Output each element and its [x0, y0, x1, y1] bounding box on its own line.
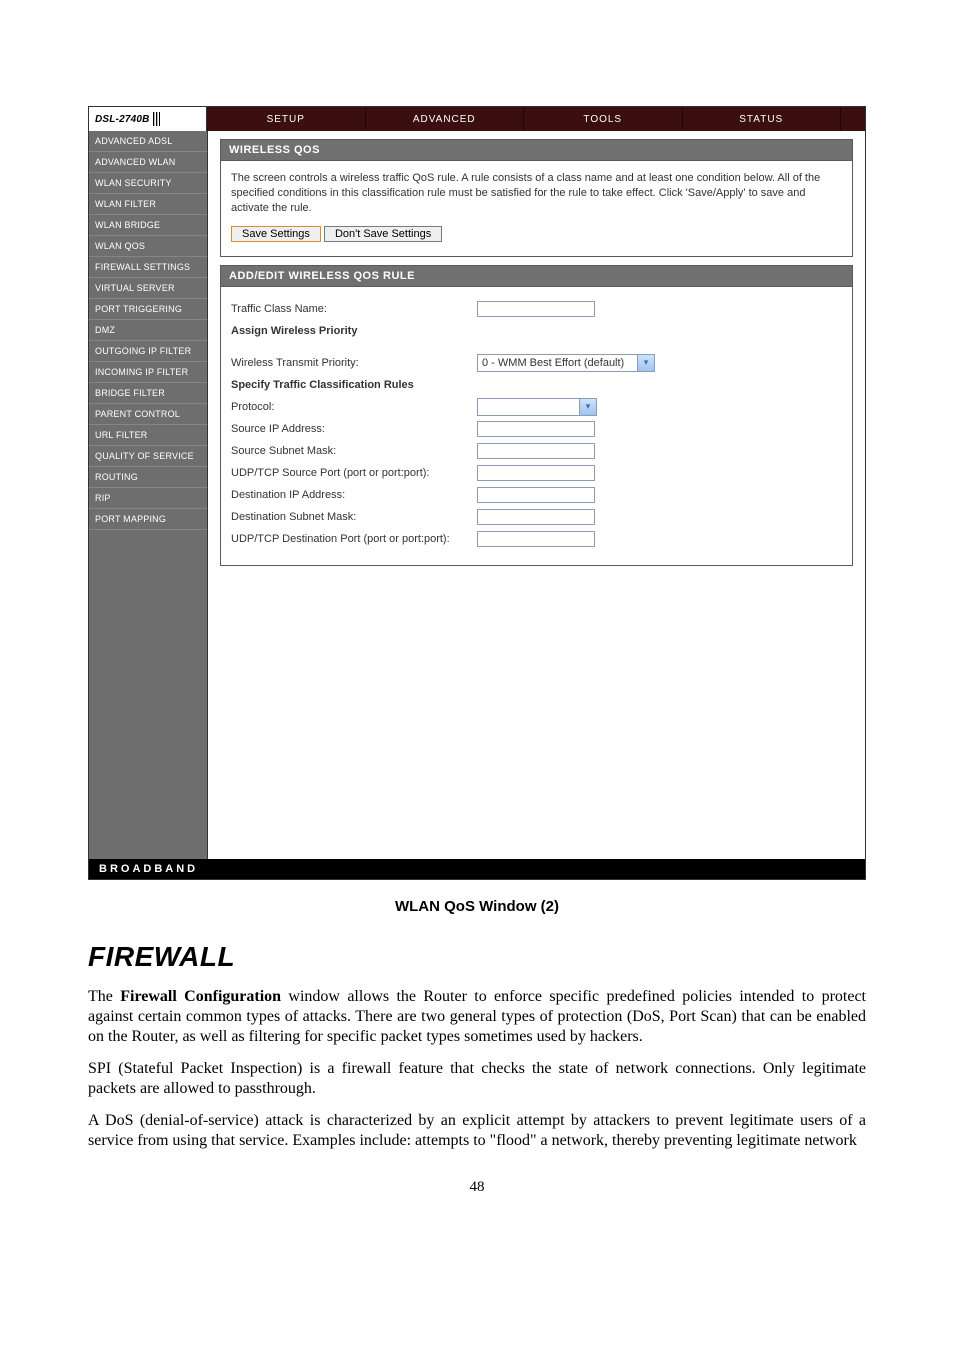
select-wireless-transmit-priority[interactable]: 0 - WMM Best Effort (default) ▾ [477, 354, 655, 372]
sidebar-item[interactable]: RIP [89, 488, 207, 509]
router-admin-screenshot: DSL-2740B SETUP ADVANCED TOOLS STATUS AD… [88, 106, 866, 880]
dont-save-settings-button[interactable]: Don't Save Settings [324, 226, 442, 242]
panel-title-add-edit-rule: ADD/EDIT WIRELESS QOS RULE [220, 265, 853, 287]
select-value: 0 - WMM Best Effort (default) [482, 357, 624, 369]
label-wireless-transmit-priority: Wireless Transmit Priority: [231, 357, 477, 369]
sidebar-item[interactable]: PARENT CONTROL [89, 404, 207, 425]
sidebar-item[interactable]: QUALITY OF SERVICE [89, 446, 207, 467]
input-source-subnet[interactable] [477, 443, 595, 459]
sidebar-item[interactable]: VIRTUAL SERVER [89, 278, 207, 299]
device-logo: DSL-2740B [89, 107, 207, 131]
chevron-down-icon: ▾ [637, 355, 654, 371]
top-nav: SETUP ADVANCED TOOLS STATUS [207, 107, 865, 131]
doc-paragraph: SPI (Stateful Packet Inspection) is a fi… [88, 1059, 866, 1099]
sidebar-item[interactable]: ROUTING [89, 467, 207, 488]
tab-tools[interactable]: TOOLS [524, 107, 683, 131]
heading-assign-wireless-priority: Assign Wireless Priority [231, 325, 477, 337]
chevron-down-icon: ▾ [579, 399, 596, 415]
sidebar-item[interactable]: BRIDGE FILTER [89, 383, 207, 404]
label-source-subnet: Source Subnet Mask: [231, 445, 477, 457]
sidebar-item[interactable]: WLAN SECURITY [89, 173, 207, 194]
select-protocol[interactable]: ▾ [477, 398, 597, 416]
tab-status[interactable]: STATUS [683, 107, 842, 131]
sidebar-item[interactable]: URL FILTER [89, 425, 207, 446]
input-source-ip[interactable] [477, 421, 595, 437]
figure-caption: WLAN QoS Window (2) [88, 898, 866, 915]
sidebar-item[interactable]: PORT TRIGGERING [89, 299, 207, 320]
sidebar-item[interactable]: DMZ [89, 320, 207, 341]
label-source-ip: Source IP Address: [231, 423, 477, 435]
sidebar-item[interactable]: PORT MAPPING [89, 509, 207, 530]
tab-setup[interactable]: SETUP [207, 107, 366, 131]
input-source-port[interactable] [477, 465, 595, 481]
tab-advanced[interactable]: ADVANCED [366, 107, 525, 131]
input-dest-port[interactable] [477, 531, 595, 547]
label-protocol: Protocol: [231, 401, 477, 413]
doc-paragraph: A DoS (denial-of-service) attack is char… [88, 1111, 866, 1151]
label-dest-ip: Destination IP Address: [231, 489, 477, 501]
label-source-port: UDP/TCP Source Port (port or port:port): [231, 467, 477, 479]
sidebar-item[interactable]: INCOMING IP FILTER [89, 362, 207, 383]
sidebar-item[interactable]: ADVANCED ADSL [89, 131, 207, 152]
input-traffic-class-name[interactable] [477, 301, 595, 317]
input-dest-subnet[interactable] [477, 509, 595, 525]
doc-paragraph: The Firewall Configuration window allows… [88, 987, 866, 1047]
label-dest-port: UDP/TCP Destination Port (port or port:p… [231, 533, 477, 545]
tab-spacer [841, 107, 865, 131]
section-heading-firewall: FIREWALL [88, 941, 866, 973]
sidebar-item[interactable]: WLAN QOS [89, 236, 207, 257]
panel-title-wireless-qos: WIRELESS QOS [220, 139, 853, 161]
footer-brand: BROADBAND [89, 859, 865, 879]
panel-description: The screen controls a wireless traffic Q… [231, 171, 842, 216]
label-traffic-class-name: Traffic Class Name: [231, 303, 477, 315]
label-dest-subnet: Destination Subnet Mask: [231, 511, 477, 523]
input-dest-ip[interactable] [477, 487, 595, 503]
save-settings-button[interactable]: Save Settings [231, 226, 321, 242]
sidebar-item[interactable]: ADVANCED WLAN [89, 152, 207, 173]
heading-specify-traffic-classification: Specify Traffic Classification Rules [231, 379, 477, 391]
sidebar-item[interactable]: OUTGOING IP FILTER [89, 341, 207, 362]
sidebar: ADVANCED ADSL ADVANCED WLAN WLAN SECURIT… [89, 131, 208, 859]
page-number: 48 [88, 1179, 866, 1196]
sidebar-item[interactable]: WLAN BRIDGE [89, 215, 207, 236]
sidebar-item[interactable]: WLAN FILTER [89, 194, 207, 215]
sidebar-item[interactable]: FIREWALL SETTINGS [89, 257, 207, 278]
